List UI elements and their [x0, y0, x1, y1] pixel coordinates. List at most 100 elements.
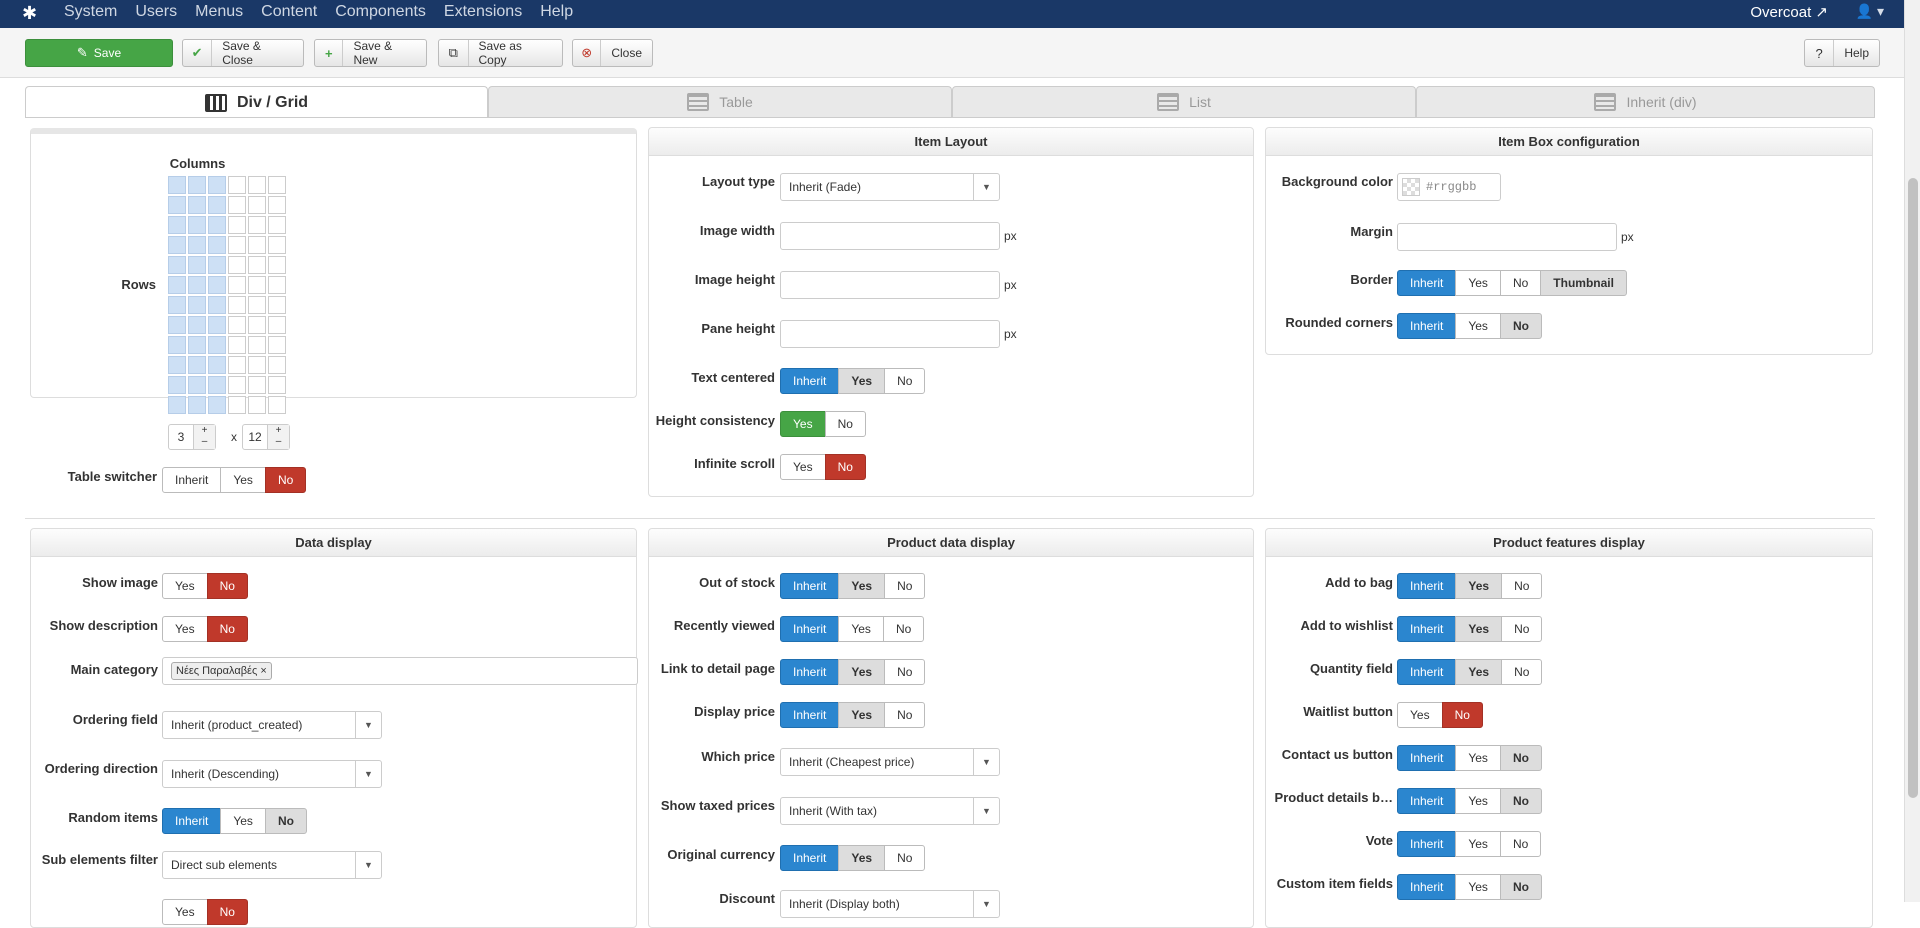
grid-cell[interactable]	[188, 396, 206, 414]
grid-cell[interactable]	[188, 296, 206, 314]
close-button[interactable]: ⊗ Close	[572, 39, 653, 67]
menu-components[interactable]: Components	[335, 3, 426, 21]
option-no[interactable]: No	[206, 899, 248, 925]
site-link[interactable]: Overcoat ↗	[1750, 3, 1828, 21]
add-to-bag-toggle[interactable]: Inherit Yes No	[1397, 573, 1543, 599]
grid-cell[interactable]	[188, 176, 206, 194]
margin-input[interactable]	[1397, 223, 1617, 251]
show-image-toggle[interactable]: Yes No	[162, 573, 248, 599]
grid-cell[interactable]	[208, 236, 226, 254]
menu-menus[interactable]: Menus	[195, 3, 243, 21]
option-no[interactable]: No	[1441, 702, 1483, 728]
scrollbar-thumb[interactable]	[1908, 178, 1918, 798]
option-no[interactable]: No	[264, 467, 307, 493]
grid-cell[interactable]	[228, 336, 246, 354]
infinite-scroll-toggle[interactable]: Yes No	[780, 454, 866, 480]
option-no[interactable]: No	[206, 616, 248, 642]
option-yes[interactable]: Yes	[1455, 788, 1501, 814]
grid-cell[interactable]	[168, 296, 186, 314]
menu-system[interactable]: System	[64, 3, 117, 21]
pane-height-input[interactable]	[780, 320, 1000, 348]
option-no[interactable]: No	[884, 702, 926, 728]
option-no[interactable]: No	[824, 411, 866, 437]
option-inherit[interactable]: Inherit	[162, 467, 222, 493]
grid-cell[interactable]	[228, 256, 246, 274]
option-no[interactable]: No	[884, 845, 926, 871]
option-no[interactable]: No	[1501, 659, 1543, 685]
grid-cell[interactable]	[248, 336, 266, 354]
page-scrollbar[interactable]	[1904, 0, 1920, 902]
grid-cell[interactable]	[228, 376, 246, 394]
vote-toggle[interactable]: Inherit Yes No	[1397, 831, 1542, 857]
option-no[interactable]: No	[206, 573, 248, 599]
rows-stepper[interactable]: 12 + –	[242, 424, 290, 450]
plus-minus-buttons[interactable]: + –	[193, 425, 215, 449]
menu-content[interactable]: Content	[261, 3, 317, 21]
grid-cell[interactable]	[268, 216, 286, 234]
show-description-toggle[interactable]: Yes No	[162, 616, 248, 642]
option-inherit[interactable]: Inherit	[1397, 659, 1457, 685]
grid-cell[interactable]	[168, 196, 186, 214]
grid-cell[interactable]	[208, 216, 226, 234]
grid-cell[interactable]	[268, 316, 286, 334]
menu-users[interactable]: Users	[135, 3, 177, 21]
grid-cell[interactable]	[248, 256, 266, 274]
help-button[interactable]: ? Help	[1804, 39, 1880, 67]
ordering-direction-select[interactable]: Inherit (Descending) ▼	[162, 760, 382, 788]
option-yes[interactable]: Yes	[780, 454, 826, 480]
display-price-toggle[interactable]: Inherit Yes No	[780, 702, 926, 728]
option-yes[interactable]: Yes	[162, 899, 208, 925]
grid-cell[interactable]	[268, 196, 286, 214]
grid-cell[interactable]	[168, 396, 186, 414]
option-inherit[interactable]: Inherit	[1397, 616, 1457, 642]
discount-select[interactable]: Inherit (Display both) ▼	[780, 890, 1000, 918]
option-no[interactable]: No	[1499, 874, 1542, 900]
option-yes[interactable]: Yes	[838, 368, 886, 394]
save-button[interactable]: ✎ Save	[25, 39, 173, 67]
grid-cell[interactable]	[168, 236, 186, 254]
grid-cell[interactable]	[188, 316, 206, 334]
grid-cell[interactable]	[208, 176, 226, 194]
save-copy-button[interactable]: ⧉ Save as Copy	[438, 39, 563, 67]
plus-minus-buttons[interactable]: + –	[267, 425, 289, 449]
grid-cell[interactable]	[188, 376, 206, 394]
option-no[interactable]: No	[1499, 745, 1542, 771]
option-no[interactable]: No	[1501, 616, 1543, 642]
tab-table[interactable]: Table	[488, 86, 952, 117]
grid-cell[interactable]	[268, 336, 286, 354]
grid-cell[interactable]	[168, 336, 186, 354]
grid-cell[interactable]	[248, 216, 266, 234]
grid-cell[interactable]	[188, 356, 206, 374]
grid-cell[interactable]	[188, 196, 206, 214]
grid-cell[interactable]	[268, 256, 286, 274]
height-consistency-toggle[interactable]: Yes No	[780, 411, 866, 437]
option-inherit[interactable]: Inherit	[780, 616, 840, 642]
grid-cell[interactable]	[208, 256, 226, 274]
add-to-wishlist-toggle[interactable]: Inherit Yes No	[1397, 616, 1543, 642]
random-items-toggle[interactable]: Inherit Yes No	[162, 808, 307, 834]
tab-inherit-div[interactable]: Inherit (div)	[1416, 86, 1875, 117]
menu-extensions[interactable]: Extensions	[444, 3, 522, 21]
grid-cell[interactable]	[268, 376, 286, 394]
grid-cell[interactable]	[268, 356, 286, 374]
grid-cell[interactable]	[228, 276, 246, 294]
original-currency-toggle[interactable]: Inherit Yes No	[780, 845, 926, 871]
table-switcher-toggle[interactable]: Inherit Yes No	[162, 467, 307, 493]
option-inherit[interactable]: Inherit	[1397, 745, 1457, 771]
option-inherit[interactable]: Inherit	[162, 808, 222, 834]
save-new-button[interactable]: + Save & New	[314, 39, 427, 67]
tab-list[interactable]: List	[952, 86, 1416, 117]
partial-toggle[interactable]: Yes No	[162, 899, 248, 925]
option-inherit[interactable]: Inherit	[780, 368, 840, 394]
grid-cell[interactable]	[168, 356, 186, 374]
option-no[interactable]: No	[1499, 270, 1542, 296]
grid-cell[interactable]	[248, 176, 266, 194]
option-inherit[interactable]: Inherit	[780, 659, 840, 685]
product-details-toggle[interactable]: Inherit Yes No	[1397, 788, 1542, 814]
grid-cell[interactable]	[248, 296, 266, 314]
image-height-input[interactable]	[780, 271, 1000, 299]
grid-cell[interactable]	[228, 216, 246, 234]
option-yes[interactable]: Yes	[838, 702, 886, 728]
grid-cell[interactable]	[168, 276, 186, 294]
grid-cell[interactable]	[228, 196, 246, 214]
